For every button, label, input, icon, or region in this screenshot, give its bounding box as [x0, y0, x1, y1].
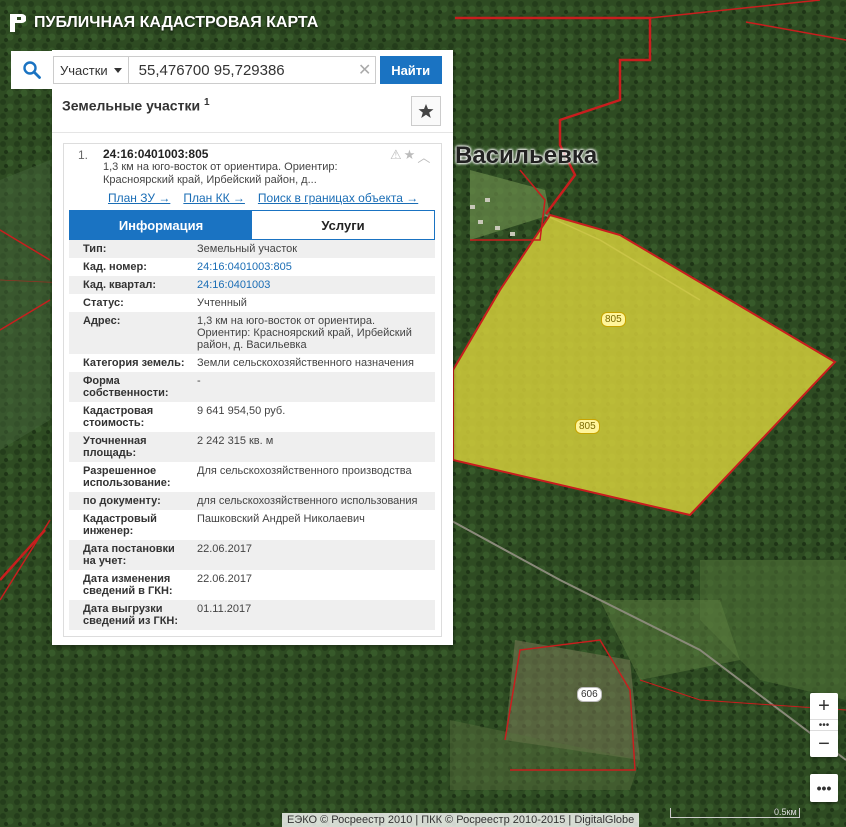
info-row: Тип: Земельный участок — [69, 240, 435, 258]
more-button[interactable]: ••• — [810, 774, 838, 802]
search-input[interactable] — [128, 60, 355, 80]
plan-kk-link[interactable]: План КК → — [183, 191, 245, 205]
find-button[interactable]: Найти — [379, 56, 442, 84]
result-cad-number[interactable]: 24:16:0401003:805 — [103, 147, 208, 161]
result-links: План ЗУ → План КК → Поиск в границах объ… — [108, 191, 418, 205]
attribution: ЕЭКО © Росреестр 2010 | ПКК © Росреестр … — [282, 813, 640, 827]
info-key: Статус: — [83, 297, 124, 309]
info-value: 22.06.2017 — [197, 543, 253, 555]
info-key: Дата выгрузки сведений из ГКН: — [83, 603, 179, 627]
logo-icon — [10, 14, 26, 32]
search-type-label: Участки — [60, 62, 108, 78]
parcel-label: 805 — [601, 312, 626, 327]
chevron-up-icon[interactable]: ︿ — [417, 147, 430, 166]
info-key: Форма собственности: — [83, 375, 169, 399]
info-row: Дата постановки на учет: 22.06.2017 — [69, 540, 435, 570]
info-value[interactable]: 24:16:0401003 — [193, 276, 435, 294]
info-row: Форма собственности: - — [69, 372, 435, 402]
info-table: Тип: Земельный участок Кад. номер: 24:16:04… — [69, 240, 435, 630]
search-bar: Участки ✕ Найти — [11, 51, 451, 89]
tab-services[interactable]: Услуги — [252, 211, 434, 239]
zoom-out-button[interactable]: − — [810, 731, 838, 757]
zoom-slider[interactable]: ••• — [810, 719, 838, 731]
info-value: 2 242 315 кв. м — [197, 435, 274, 447]
result-actions: ⚠ ★ ︿ — [390, 147, 430, 166]
app-title: ПУБЛИЧНАЯ КАДАСТРОВАЯ КАРТА — [10, 14, 318, 32]
results-heading-text: Земельные участки — [62, 97, 201, 114]
tabs: Информация Услуги — [69, 210, 435, 240]
zoom-control: + ••• − — [810, 693, 838, 757]
info-value: 1,3 км на юго-восток от ориентира. Ориен… — [197, 315, 412, 351]
info-row: Адрес: 1,3 км на юго-восток от ориентира.… — [69, 312, 435, 354]
info-key: Уточненная площадь: — [83, 435, 147, 459]
info-key: Кад. квартал: — [83, 279, 157, 291]
result-number: 1. — [78, 148, 89, 162]
scale-label: 0.5км — [774, 807, 797, 817]
info-key: Тип: — [83, 243, 107, 255]
info-key: Разрешенное использование: — [83, 465, 171, 489]
app-title-text: ПУБЛИЧНАЯ КАДАСТРОВАЯ КАРТА — [34, 14, 319, 31]
search-icon — [23, 61, 41, 79]
clear-icon[interactable]: ✕ — [355, 60, 375, 80]
info-key: Кад. номер: — [83, 261, 147, 273]
search-in-bounds-link[interactable]: Поиск в границах объекта → — [258, 191, 418, 205]
info-row: Статус: Учтенный — [69, 294, 435, 312]
info-key: Кадастровый инженер: — [83, 513, 157, 537]
divider — [52, 132, 453, 133]
info-key: Дата постановки на учет: — [83, 543, 175, 567]
info-value: Земельный участок — [197, 243, 298, 255]
info-value[interactable]: 24:16:0401003:805 — [193, 258, 435, 276]
info-key: Адрес: — [83, 315, 121, 327]
info-row: Дата выгрузки сведений из ГКН: 01.11.2017 — [69, 600, 435, 630]
info-row: Кад. номер: 24:16:0401003:805 — [69, 258, 435, 276]
zoom-in-button[interactable]: + — [810, 693, 838, 719]
info-row: по документу: для сельскохозяйственного и… — [69, 492, 435, 510]
star-icon — [418, 104, 434, 118]
info-row: Разрешенное использование: Для сельскохоз… — [69, 462, 435, 492]
info-value: - — [197, 375, 201, 387]
info-value: 01.11.2017 — [197, 603, 252, 615]
results-heading: Земельные участки 1 — [62, 97, 210, 114]
info-row: Категория земель: Земли сельскохозяйствен… — [69, 354, 435, 372]
info-value: Пашковский Андрей Николаевич — [197, 513, 365, 525]
info-value: Земли сельскохозяйственного назначения — [197, 357, 414, 369]
search-type-select[interactable]: Участки — [53, 56, 129, 84]
info-key: Категория земель: — [83, 357, 185, 369]
info-value: Учтенный — [197, 297, 247, 309]
info-key: Кадастровая стоимость: — [83, 405, 154, 429]
info-row: Уточненная площадь: 2 242 315 кв. м — [69, 432, 435, 462]
info-row: Кадастровая стоимость: 9 641 954,50 руб. — [69, 402, 435, 432]
info-value: 9 641 954,50 руб. — [197, 405, 286, 417]
plan-zu-link[interactable]: План ЗУ → — [108, 191, 170, 205]
warning-icon[interactable]: ⚠ — [390, 147, 402, 166]
result-address: 1,3 км на юго-восток от ориентира. Ориен… — [103, 161, 338, 186]
info-row: Дата изменения сведений в ГКН: 22.06.2017 — [69, 570, 435, 600]
info-row: Кадастровый инженер: Пашковский Андрей Ни… — [69, 510, 435, 540]
info-value: 22.06.2017 — [197, 573, 253, 585]
chevron-down-icon — [113, 67, 122, 73]
info-row: Кад. квартал: 24:16:0401003 — [69, 276, 435, 294]
favorites-button[interactable] — [411, 96, 441, 126]
parcel-label: 805 — [575, 419, 600, 434]
search-button[interactable] — [11, 51, 53, 89]
info-value: Для сельскохозяйственного производства — [197, 465, 412, 477]
results-count: 1 — [203, 97, 210, 108]
village-label: Васильевка — [455, 142, 598, 169]
star-icon[interactable]: ★ — [404, 147, 416, 166]
tab-info[interactable]: Информация — [70, 211, 252, 239]
info-key: Дата изменения сведений в ГКН: — [83, 573, 173, 597]
search-input-wrap: ✕ — [128, 56, 376, 84]
info-key: по документу: — [83, 495, 161, 507]
other-parcel-label: 606 — [577, 687, 602, 702]
info-value: для сельскохозяйственного использования — [197, 495, 418, 507]
